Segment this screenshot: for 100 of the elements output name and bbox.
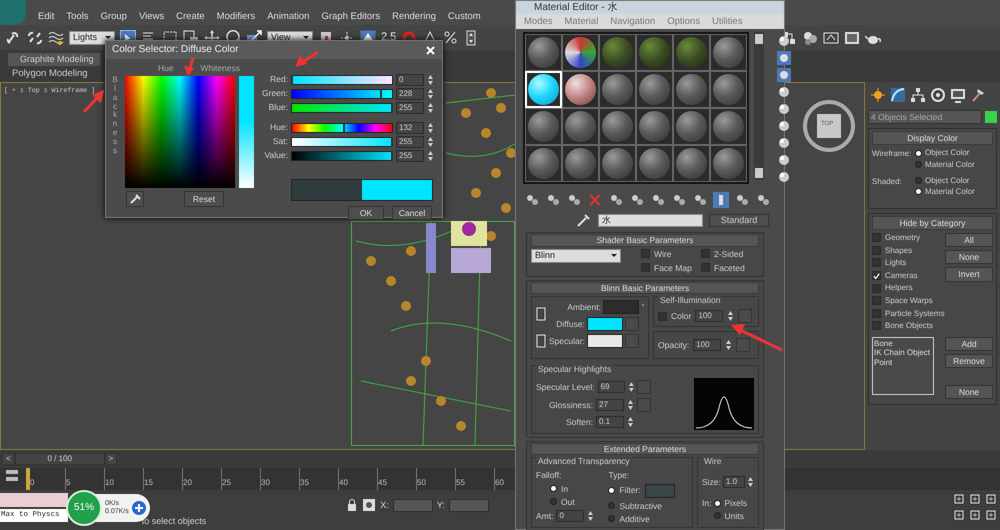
wave-icon[interactable] xyxy=(48,30,64,46)
plus-icon[interactable] xyxy=(132,501,146,515)
menu-item[interactable]: Views xyxy=(138,10,164,22)
spinner-arrows-icon[interactable] xyxy=(725,339,732,352)
menu-item[interactable]: Edit xyxy=(38,10,54,22)
numeric-field[interactable]: 69 xyxy=(598,381,625,394)
filter-color-swatch[interactable] xyxy=(644,484,675,498)
listener-field[interactable] xyxy=(0,493,68,507)
category-list[interactable]: Bone IK Chain Object Point xyxy=(872,336,934,395)
cancel-button[interactable]: Cancel xyxy=(392,206,432,220)
material-type-button[interactable]: Standard xyxy=(709,214,769,227)
modify-tab-icon[interactable] xyxy=(890,87,906,103)
checkbox[interactable] xyxy=(872,271,881,280)
menu-item[interactable]: Utilities xyxy=(712,16,743,28)
transform-mode-icon[interactable] xyxy=(362,498,376,512)
color-slider-track[interactable] xyxy=(291,136,393,146)
radio-button[interactable] xyxy=(915,176,922,184)
menu-item[interactable]: Custom xyxy=(448,10,481,22)
rollout-header[interactable]: Blinn Basic Parameters xyxy=(531,282,759,294)
ok-button[interactable]: OK xyxy=(348,206,384,220)
spinner-arrows-icon[interactable] xyxy=(627,416,634,428)
eyedropper-icon[interactable] xyxy=(576,212,592,228)
list-button[interactable]: None xyxy=(945,385,993,400)
checkbox[interactable] xyxy=(641,263,650,272)
channel-value-field[interactable]: 255 xyxy=(396,150,424,162)
rollout-header[interactable]: Shader Basic Parameters xyxy=(531,234,759,247)
menu-item[interactable]: Tools xyxy=(66,10,89,22)
reset-button[interactable]: Reset xyxy=(184,191,224,208)
radio-button[interactable] xyxy=(915,150,922,157)
spinner-snap-icon[interactable] xyxy=(464,30,478,46)
caret-icon[interactable] xyxy=(611,254,617,258)
coordinate-field[interactable] xyxy=(448,498,489,512)
shader-dropdown[interactable]: Blinn xyxy=(531,248,621,263)
channel-value-field[interactable]: 255 xyxy=(396,102,424,114)
list-item[interactable]: Bone xyxy=(874,338,932,348)
selection-filter-dropdown[interactable]: Lights xyxy=(69,30,115,44)
coordinate-field[interactable] xyxy=(392,498,433,512)
radio-button[interactable] xyxy=(714,512,722,520)
spinner-arrows-icon[interactable] xyxy=(628,381,634,394)
category-button[interactable]: None xyxy=(945,250,993,264)
checkbox[interactable] xyxy=(872,246,881,255)
hammer-icon[interactable] xyxy=(970,87,986,103)
slider-thumb[interactable] xyxy=(380,88,382,98)
checkbox[interactable] xyxy=(872,233,881,242)
color-swatch[interactable] xyxy=(586,317,623,332)
scrollbar-drawing[interactable] xyxy=(754,32,764,180)
self-illumination-field[interactable]: 100 xyxy=(695,310,724,322)
channel-value-field[interactable]: 0 xyxy=(396,74,424,86)
color-slider-track[interactable] xyxy=(291,88,393,98)
checkbox[interactable] xyxy=(872,321,881,330)
color-slider-track[interactable] xyxy=(291,102,393,112)
list-button[interactable]: Add xyxy=(945,336,993,351)
spinner-arrows-icon[interactable] xyxy=(427,88,434,100)
color-selector-dialog[interactable]: Color Selector: Diffuse Color Hue Whiteness Blackness Reset Red: 0 Green: 228 Blue: 255 Hue: 132 Sat: 255 Value: 255 OK Cancel xyxy=(105,40,443,218)
motion-tab-icon[interactable] xyxy=(930,87,946,103)
hue-blackness-picker[interactable] xyxy=(125,76,235,188)
menu-item[interactable]: Graph Editors xyxy=(321,10,380,22)
list-button[interactable]: Remove xyxy=(945,354,993,368)
radio-button[interactable] xyxy=(915,188,922,196)
spinner-arrows-icon[interactable] xyxy=(427,122,434,134)
list-item[interactable]: IK Chain Object xyxy=(874,348,932,358)
radio-button[interactable] xyxy=(550,485,557,492)
category-button[interactable]: Invert xyxy=(945,267,993,282)
category-button[interactable]: All xyxy=(945,232,993,248)
menu-item[interactable]: Material xyxy=(564,16,598,28)
menu-item[interactable]: Options xyxy=(667,16,700,28)
channel-value-field[interactable]: 228 xyxy=(396,88,424,100)
checkbox[interactable] xyxy=(872,284,881,293)
checkbox[interactable] xyxy=(872,296,881,306)
spinner-arrows-icon[interactable] xyxy=(427,102,434,114)
checkbox[interactable] xyxy=(701,263,710,272)
selection-name-field[interactable]: 4 Objects Selected xyxy=(868,110,982,124)
menu-item[interactable]: Create xyxy=(176,10,205,22)
rollout-header[interactable]: Display Color xyxy=(872,131,993,146)
spinner-arrows-icon[interactable] xyxy=(427,74,434,86)
radio-button[interactable] xyxy=(608,487,616,494)
unlink-icon[interactable] xyxy=(27,30,43,46)
color-swatch[interactable] xyxy=(586,334,623,348)
rollout-header[interactable]: Extended Parameters xyxy=(531,443,759,456)
spinner-arrows-icon[interactable] xyxy=(587,510,594,522)
checkbox[interactable] xyxy=(641,249,650,258)
render-frame-icon[interactable] xyxy=(844,30,860,46)
numeric-field[interactable]: 0.1 xyxy=(596,416,624,428)
radio-button[interactable] xyxy=(608,502,616,510)
eyedropper-button[interactable] xyxy=(126,191,144,208)
rollout-header[interactable]: Hide by Category xyxy=(872,216,993,230)
spinner-arrows-icon[interactable] xyxy=(727,310,734,322)
render-setup-icon[interactable] xyxy=(823,30,840,46)
checkbox[interactable] xyxy=(701,249,710,258)
material-slot[interactable] xyxy=(562,71,599,108)
spinner-arrows-icon[interactable] xyxy=(627,399,634,412)
spinner-arrows-icon[interactable] xyxy=(427,136,434,148)
list-item[interactable]: Point xyxy=(874,358,932,368)
color-slider-track[interactable] xyxy=(291,150,393,160)
radio-button[interactable] xyxy=(915,161,922,168)
material-name-field[interactable]: 水 xyxy=(598,214,703,227)
material-editor-icon[interactable] xyxy=(802,30,818,46)
slider-thumb[interactable] xyxy=(342,122,345,132)
menu-item[interactable]: Rendering xyxy=(392,10,436,22)
color-slider-track[interactable] xyxy=(291,74,393,84)
